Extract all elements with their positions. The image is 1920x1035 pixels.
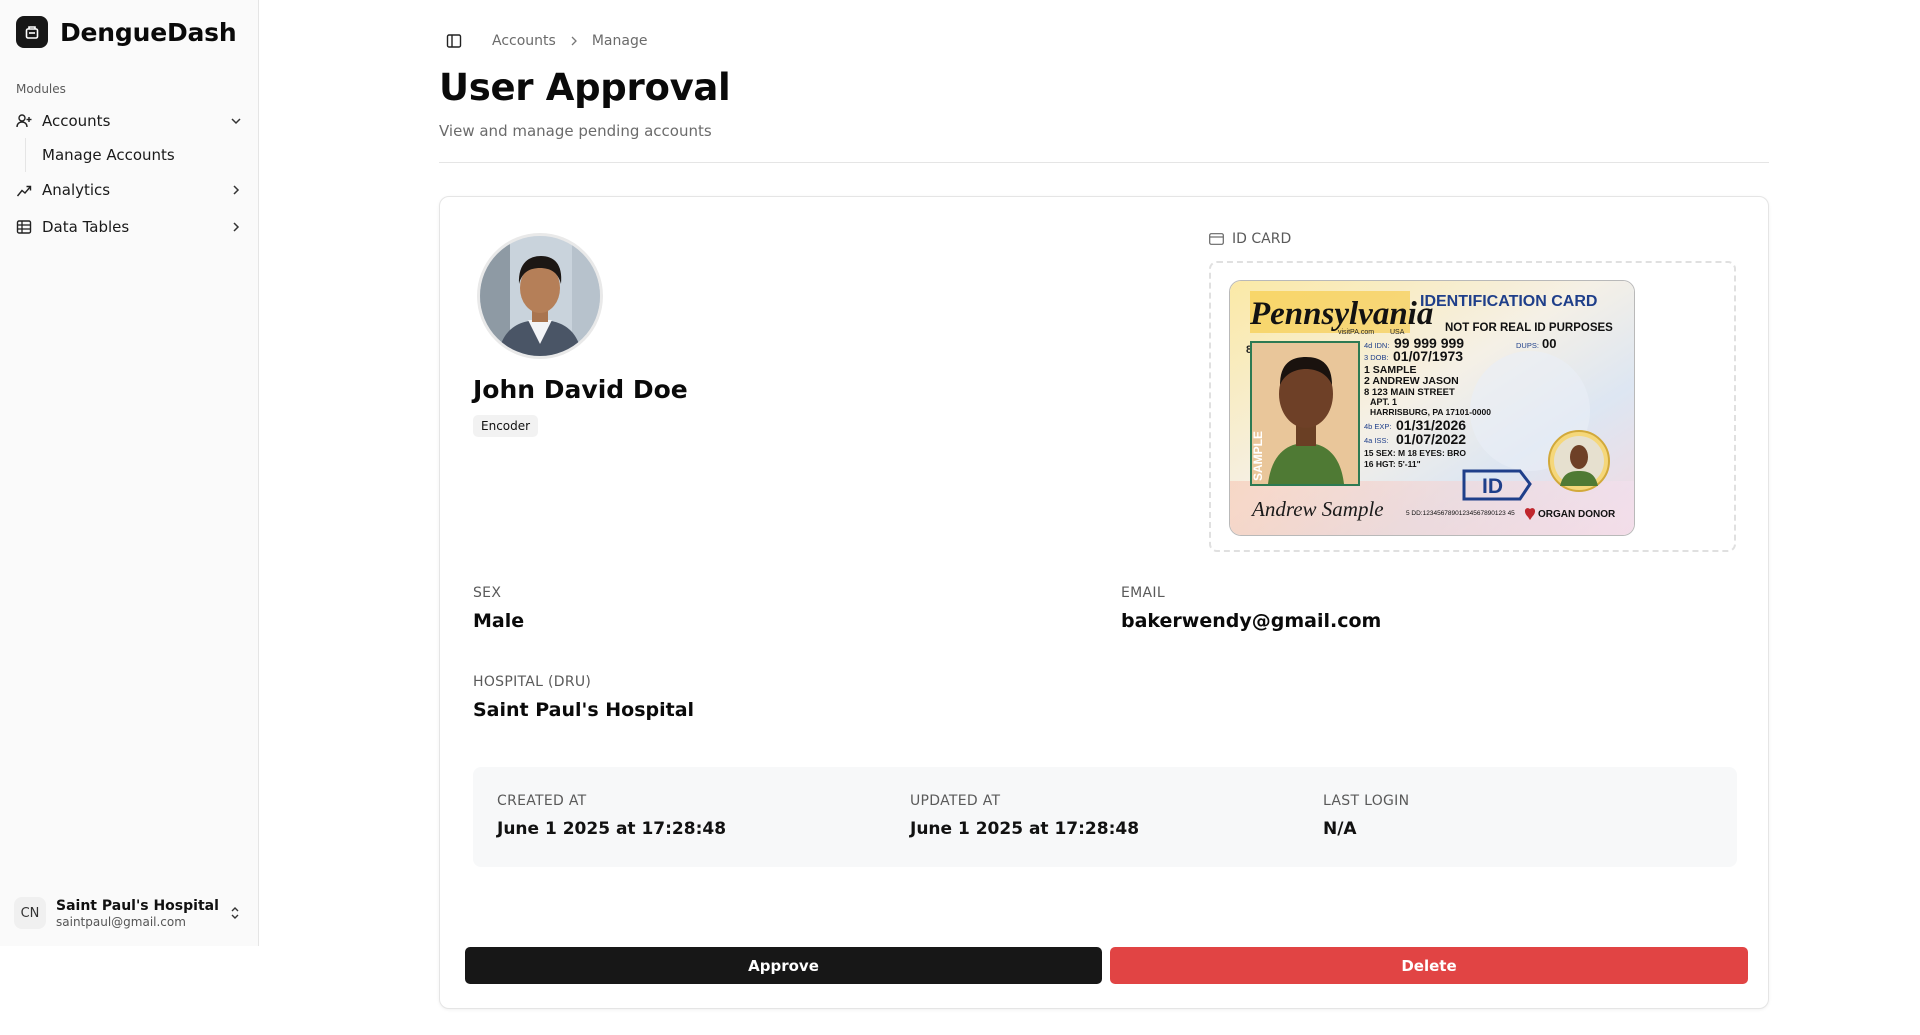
svg-text:4b EXP:: 4b EXP: <box>1364 422 1392 431</box>
profile-photo <box>477 233 603 359</box>
svg-text:15 SEX: M 18 EYES: BRO: 15 SEX: M 18 EYES: BRO <box>1364 448 1466 458</box>
email-value: bakerwendy@gmail.com <box>1121 610 1382 632</box>
breadcrumb: Accounts Manage <box>492 30 647 52</box>
chevrons-up-down-icon <box>231 907 239 919</box>
delete-button[interactable]: Delete <box>1110 947 1748 984</box>
svg-text:IDENTIFICATION CARD: IDENTIFICATION CARD <box>1420 293 1597 310</box>
updated-at: UPDATED AT June 1 2025 at 17:28:48 <box>910 793 1140 839</box>
svg-text:HARRISBURG, PA 17101-0000: HARRISBURG, PA 17101-0000 <box>1370 407 1491 417</box>
brand-name: DengueDash <box>60 17 237 47</box>
breadcrumb-item-accounts[interactable]: Accounts <box>492 33 556 49</box>
id-state-text: Pennsylvania <box>1249 296 1433 332</box>
avatar: CN <box>14 897 46 929</box>
chevron-down-icon <box>231 118 241 125</box>
panel-left-icon <box>446 34 462 48</box>
id-card-label: ID CARD <box>1209 231 1291 247</box>
svg-text:visitPA.com: visitPA.com <box>1338 329 1374 336</box>
sex-value: Male <box>473 610 525 632</box>
svg-text:4d IDN:: 4d IDN: <box>1364 341 1389 350</box>
created-at: CREATED AT June 1 2025 at 17:28:48 <box>497 793 727 839</box>
id-card-dropzone: Pennsylvania visitPA.com USA IDENTIFICAT… <box>1209 261 1736 552</box>
svg-text:01/07/2022: 01/07/2022 <box>1396 431 1466 447</box>
timestamps-panel: CREATED AT June 1 2025 at 17:28:48 UPDAT… <box>473 767 1737 867</box>
credit-card-icon <box>1209 233 1224 245</box>
brand-logo-icon <box>16 16 48 48</box>
svg-text:00: 00 <box>1542 336 1556 351</box>
svg-text:ID: ID <box>1482 475 1503 498</box>
brand[interactable]: DengueDash <box>16 16 237 48</box>
svg-text:01/07/1973: 01/07/1973 <box>1393 348 1463 364</box>
sidebar-item-label: Analytics <box>42 181 111 199</box>
sidebar-item-accounts[interactable]: Accounts <box>8 105 251 137</box>
user-plus-icon <box>16 114 32 128</box>
svg-text:Andrew Sample: Andrew Sample <box>1250 497 1384 521</box>
sidebar-subitem-manage-accounts[interactable]: Manage Accounts <box>34 140 244 170</box>
svg-text:DUPS:: DUPS: <box>1516 341 1539 350</box>
sidebar-item-label: Data Tables <box>42 218 130 236</box>
chevron-right-icon <box>233 222 240 232</box>
user-detail-card: John David Doe Encoder ID CARD Pennsylva… <box>439 196 1769 1009</box>
svg-text:3 DOB:: 3 DOB: <box>1364 353 1389 362</box>
page-subtitle: View and manage pending accounts <box>439 122 712 140</box>
sidebar: DengueDash Modules Accounts Manage Accou… <box>0 0 259 946</box>
hospital-value: Saint Paul's Hospital <box>473 699 695 721</box>
svg-text:16 HGT: 5'-11": 16 HGT: 5'-11" <box>1364 459 1421 469</box>
svg-text:5 DD:12345678901234567890123 4: 5 DD:12345678901234567890123 45 <box>1406 510 1515 517</box>
trend-icon <box>16 185 32 197</box>
svg-text:SAMPLE: SAMPLE <box>1251 431 1265 481</box>
email-label: EMAIL <box>1121 585 1165 601</box>
sidebar-item-analytics[interactable]: Analytics <box>8 174 251 206</box>
last-login: LAST LOGIN N/A <box>1323 793 1410 839</box>
chevron-right-icon <box>571 36 577 46</box>
header-divider <box>439 162 1769 163</box>
sidebar-item-data-tables[interactable]: Data Tables <box>8 211 251 243</box>
svg-text:2 ANDREW JASON: 2 ANDREW JASON <box>1364 375 1459 387</box>
svg-text:NOT FOR REAL ID PURPOSES: NOT FOR REAL ID PURPOSES <box>1445 322 1613 334</box>
user-menu[interactable]: CN Saint Paul's Hospital saintpaul@gmail… <box>8 888 251 938</box>
sidebar-item-label: Accounts <box>42 112 111 130</box>
role-badge: Encoder <box>473 415 539 437</box>
hospital-label: HOSPITAL (DRU) <box>473 674 592 690</box>
id-card-image: Pennsylvania visitPA.com USA IDENTIFICAT… <box>1229 280 1635 536</box>
sex-label: SEX <box>473 585 502 601</box>
breadcrumb-item-manage: Manage <box>591 33 648 49</box>
table-icon <box>16 220 32 234</box>
svg-text:ORGAN DONOR: ORGAN DONOR <box>1538 509 1616 520</box>
user-email: saintpaul@gmail.com <box>56 914 186 929</box>
user-name: Saint Paul's Hospital <box>56 897 219 914</box>
page-title: User Approval <box>439 66 731 109</box>
svg-text:4a ISS:: 4a ISS: <box>1364 436 1389 445</box>
group-label-modules: Modules <box>16 82 66 96</box>
sidebar-toggle-button[interactable] <box>443 30 465 52</box>
chevron-right-icon <box>233 185 240 195</box>
approve-button[interactable]: Approve <box>465 947 1102 984</box>
submenu-rail <box>25 138 26 172</box>
user-full-name: John David Doe <box>473 375 688 404</box>
svg-text:APT. 1: APT. 1 <box>1370 397 1397 407</box>
